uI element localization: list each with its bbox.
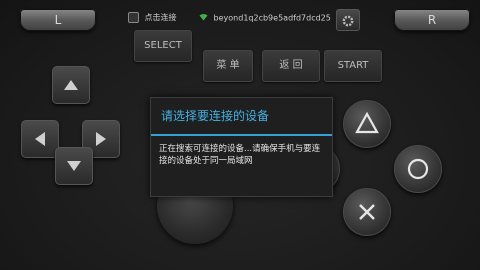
- arrow-right-icon: [96, 132, 106, 146]
- dpad-up[interactable]: [52, 66, 90, 104]
- select-hint-label: 点击连接: [144, 13, 177, 22]
- circle-button[interactable]: [394, 145, 442, 193]
- cross-button[interactable]: [343, 188, 391, 236]
- circle-icon: [406, 157, 430, 185]
- arrow-up-icon: [64, 80, 78, 90]
- arrow-left-icon: [35, 132, 45, 146]
- start-button-label: START: [337, 60, 369, 71]
- menu-button[interactable]: 菜 单: [203, 50, 253, 82]
- back-button-label: 返 回: [279, 60, 303, 71]
- dialog-message: 正在搜索可连接的设备...请确保手机与要连接的设备处于同一局域网: [159, 144, 321, 166]
- arrow-down-icon: [67, 161, 81, 171]
- gamepad-panel: L R 点击连接 beyond1q2cb9e5adfd7dcd25 SELECT…: [0, 0, 480, 270]
- r-shoulder-label: R: [427, 13, 437, 27]
- cross-icon: [357, 202, 377, 226]
- back-button[interactable]: 返 回: [262, 50, 320, 82]
- dialog-divider: [151, 134, 332, 136]
- wifi-icon: [199, 13, 208, 23]
- dialog-title: 请选择要连接的设备: [161, 109, 270, 123]
- triangle-button[interactable]: [343, 100, 391, 148]
- connect-device-dialog: 请选择要连接的设备 正在搜索可连接的设备...请确保手机与要连接的设备处于同一局…: [150, 97, 333, 197]
- start-button[interactable]: START: [324, 50, 382, 82]
- r-shoulder-button[interactable]: R: [394, 9, 470, 31]
- triangle-icon: [355, 111, 379, 138]
- gear-icon: [341, 13, 355, 32]
- select-icon: [128, 12, 139, 23]
- wifi-status: beyond1q2cb9e5adfd7dcd25: [199, 13, 331, 23]
- dpad-left[interactable]: [21, 120, 59, 158]
- select-button[interactable]: SELECT: [134, 30, 192, 62]
- l-shoulder-label: L: [54, 13, 62, 27]
- wifi-name: beyond1q2cb9e5adfd7dcd25: [213, 13, 331, 23]
- select-hint[interactable]: 点击连接: [128, 12, 177, 23]
- select-button-label: SELECT: [144, 40, 182, 51]
- l-shoulder-button[interactable]: L: [20, 9, 96, 31]
- dpad-down[interactable]: [55, 147, 93, 185]
- settings-button[interactable]: [336, 9, 360, 31]
- menu-button-label: 菜 单: [216, 60, 240, 71]
